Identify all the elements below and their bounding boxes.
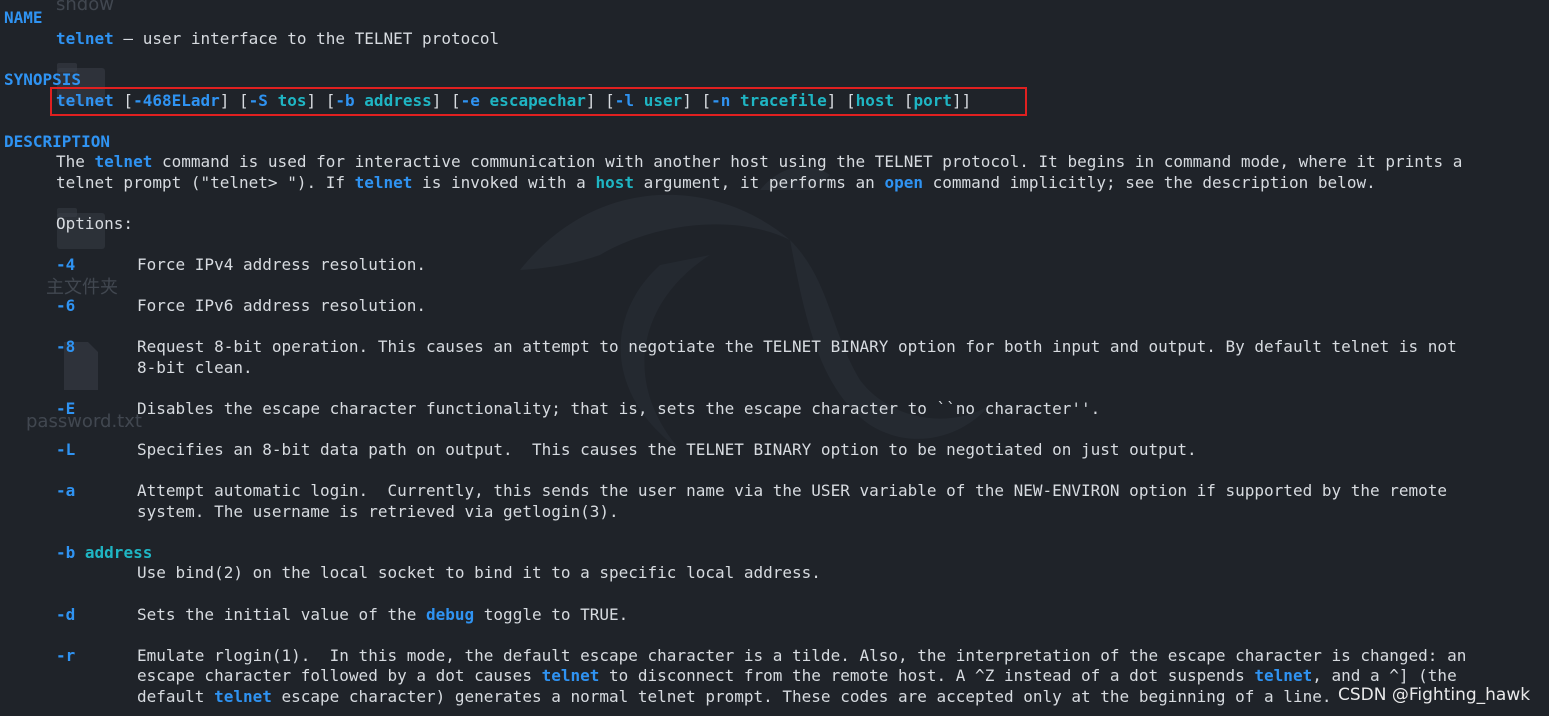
option-text-6: Force IPv6 address resolution.: [137, 296, 426, 315]
option-text-r-line2: escape character followed by a dot cause…: [137, 666, 1457, 686]
option-text-L: Specifies an 8-bit data path on output. …: [137, 440, 1197, 459]
desc-keyword: open: [884, 173, 923, 192]
option-flag-a: -a: [56, 481, 76, 500]
description-line-2: telnet prompt ("telnet> "). If telnet is…: [56, 173, 1376, 193]
option-flag-b: -b: [56, 543, 76, 562]
desc-text: default: [137, 687, 215, 706]
option-flag-L: -L: [56, 440, 76, 459]
desc-text: is invoked with a: [412, 173, 596, 192]
desc-arg: host: [595, 173, 634, 192]
cmd-telnet: telnet: [56, 29, 114, 48]
desc-text: command is used for interactive communic…: [152, 152, 1463, 171]
desktop-label-shdow: shdow: [56, 0, 114, 15]
desc-keyword: debug: [425, 605, 475, 624]
name-description: — user interface to the TELNET protocol: [113, 29, 500, 48]
options-label: Options:: [56, 214, 134, 233]
desc-text: escape character followed by a dot cause…: [137, 666, 542, 685]
csdn-watermark: CSDN @Fighting_hawk: [1338, 685, 1531, 705]
synopsis-highlight-box: [50, 87, 1027, 116]
option-flag-b-line: -b address: [56, 543, 152, 563]
name-line: telnet — user interface to the TELNET pr…: [56, 29, 499, 49]
terminal-window[interactable]: shdow 主文件夹 password.txt NAME telnet — us…: [0, 0, 1549, 716]
option-text-r-line1: Emulate rlogin(1). In this mode, the def…: [137, 646, 1467, 665]
section-description-heading: DESCRIPTION: [4, 132, 110, 151]
option-flag-4: -4: [56, 255, 76, 274]
option-text-b: Use bind(2) on the local socket to bind …: [137, 563, 821, 582]
desc-text: command implicitly; see the description …: [922, 173, 1376, 192]
desc-text: escape character) generates a normal tel…: [271, 687, 1332, 706]
desc-keyword: telnet: [541, 666, 600, 685]
desc-text: to disconnect from the remote host. A ^Z…: [599, 666, 1255, 685]
option-arg-b: address: [84, 543, 153, 562]
option-flag-r: -r: [56, 646, 76, 665]
option-flag-d: -d: [56, 605, 76, 624]
option-text-4: Force IPv4 address resolution.: [137, 255, 426, 274]
desc-text: telnet prompt ("telnet> "). If: [56, 173, 355, 192]
desc-keyword: telnet: [94, 152, 153, 171]
desc-keyword: telnet: [214, 687, 272, 706]
description-line-1: The telnet command is used for interacti…: [56, 152, 1462, 172]
desc-text: The: [56, 152, 95, 171]
desc-text: toggle to TRUE.: [474, 605, 629, 624]
section-name-heading: NAME: [4, 8, 43, 27]
desktop-label-password: password.txt: [26, 411, 142, 432]
option-text-8-line2: 8-bit clean.: [137, 358, 253, 377]
desc-keyword: telnet: [354, 173, 413, 192]
option-text-E: Disables the escape character functional…: [137, 399, 1101, 418]
option-flag-8: -8: [56, 337, 76, 356]
desc-text: Sets the initial value of the: [137, 605, 426, 624]
option-text-r-line3: default telnet escape character) generat…: [137, 687, 1331, 707]
desc-keyword: telnet: [1254, 666, 1313, 685]
option-text-a-line1: Attempt automatic login. Currently, this…: [137, 481, 1448, 500]
option-flag-6: -6: [56, 296, 76, 315]
desc-text: , and a ^] (the: [1312, 666, 1457, 685]
option-text-8-line1: Request 8-bit operation. This causes an …: [137, 337, 1457, 356]
desc-text: argument, it performs an: [633, 173, 885, 192]
option-flag-E: -E: [56, 399, 76, 418]
option-text-a-line2: system. The username is retrieved via ge…: [137, 502, 619, 521]
option-text-d: Sets the initial value of the debug togg…: [137, 605, 628, 625]
